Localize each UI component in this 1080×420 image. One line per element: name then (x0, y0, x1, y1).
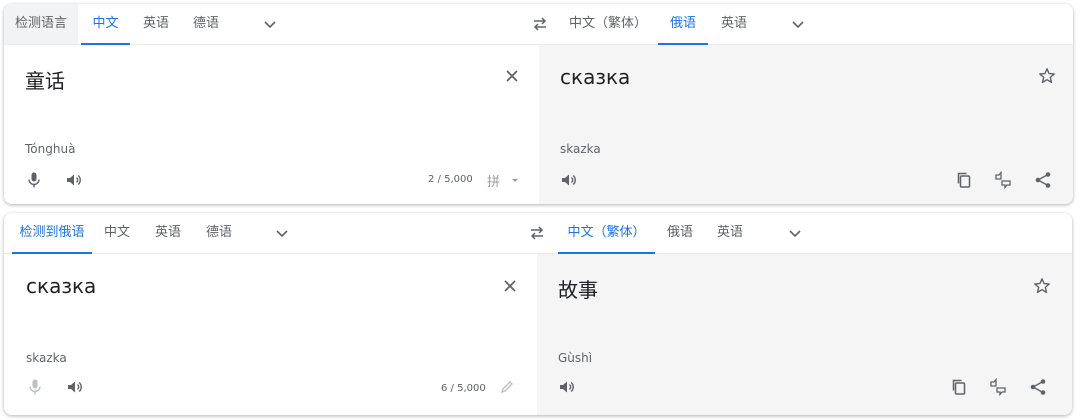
source-text[interactable]: сказка (26, 274, 96, 298)
microphone-icon[interactable] (26, 378, 44, 396)
speaker-icon[interactable] (65, 171, 83, 189)
target-language-more-chevron-down-icon[interactable] (790, 16, 806, 32)
target-text: 故事 (558, 278, 598, 302)
source-language-more-chevron-down-icon[interactable] (262, 16, 278, 32)
star-icon[interactable] (1033, 277, 1051, 295)
character-count: 2 / 5,000 (428, 174, 473, 185)
feedback-icon[interactable] (989, 378, 1007, 396)
tab-target-english[interactable]: 英语 (712, 4, 756, 44)
tab-source-english[interactable]: 英语 (146, 213, 190, 253)
ime-chevron-down-icon[interactable] (509, 171, 521, 189)
tab-detected-russian[interactable]: 检测到俄语 (12, 213, 92, 254)
tab-target-chinese-traditional[interactable]: 中文（繁体） (566, 4, 650, 44)
source-text[interactable]: 童话 (25, 65, 65, 94)
close-icon[interactable] (501, 277, 519, 295)
tab-target-russian[interactable]: 俄语 (658, 213, 702, 253)
source-language-more-chevron-down-icon[interactable] (274, 225, 290, 241)
source-phonetic: Tónghuà (25, 142, 76, 156)
language-bar: 检测语言 中文 英语 德语 中文（繁体） 俄语 英语 (4, 4, 1073, 45)
ime-pinyin-label[interactable]: 拼 (487, 171, 500, 190)
target-phonetic: skazka (560, 142, 601, 156)
share-icon[interactable] (1029, 378, 1047, 396)
speaker-icon[interactable] (560, 171, 578, 189)
translation-card-1: 检测语言 中文 英语 德语 中文（繁体） 俄语 英语 童话 Tónghuà 2 … (4, 4, 1073, 204)
tab-source-english[interactable]: 英语 (134, 4, 178, 44)
tab-target-russian[interactable]: 俄语 (658, 4, 708, 45)
tab-target-chinese-traditional[interactable]: 中文（繁体） (558, 213, 655, 254)
tab-source-chinese[interactable]: 中文 (95, 213, 139, 253)
share-icon[interactable] (1034, 171, 1052, 189)
microphone-icon[interactable] (25, 171, 43, 189)
copy-icon[interactable] (950, 378, 968, 396)
tab-source-german[interactable]: 德语 (197, 213, 241, 253)
speaker-icon[interactable] (66, 378, 84, 396)
pencil-icon[interactable] (498, 378, 516, 396)
source-pane: 童话 Tónghuà 2 / 5,000 拼 (4, 45, 539, 204)
close-icon[interactable] (503, 67, 521, 85)
target-pane: 故事 Gùshì (537, 254, 1072, 415)
target-pane: сказка skazka (539, 45, 1073, 204)
tab-source-chinese[interactable]: 中文 (81, 4, 130, 45)
target-language-more-chevron-down-icon[interactable] (787, 225, 803, 241)
star-icon[interactable] (1038, 67, 1056, 85)
feedback-icon[interactable] (994, 171, 1012, 189)
tab-detect-language[interactable]: 检测语言 (4, 4, 78, 44)
tab-target-english[interactable]: 英语 (708, 213, 752, 253)
source-pane: сказка skazka 6 / 5,000 (4, 254, 537, 415)
copy-icon[interactable] (955, 171, 973, 189)
swap-icon[interactable] (528, 224, 546, 242)
language-bar: 检测到俄语 中文 英语 德语 中文（繁体） 俄语 英语 (4, 213, 1072, 254)
target-text: сказка (560, 65, 631, 89)
target-phonetic: Gùshì (558, 351, 593, 365)
tab-source-german[interactable]: 德语 (184, 4, 228, 44)
translation-card-2: 检测到俄语 中文 英语 德语 中文（繁体） 俄语 英语 сказка skazk… (4, 213, 1072, 415)
speaker-icon[interactable] (558, 378, 576, 396)
swap-icon[interactable] (531, 15, 549, 33)
source-phonetic: skazka (26, 351, 67, 365)
character-count: 6 / 5,000 (441, 383, 486, 394)
